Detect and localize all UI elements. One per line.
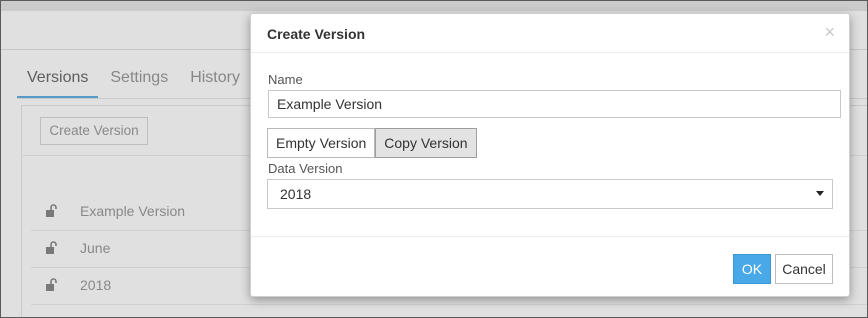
chevron-down-icon xyxy=(816,191,824,196)
name-label: Name xyxy=(268,72,303,87)
dialog-title: Create Version xyxy=(267,26,366,42)
name-input[interactable]: Example Version xyxy=(268,90,841,118)
dialog-header-divider xyxy=(251,52,849,53)
close-icon[interactable]: × xyxy=(824,22,835,42)
data-version-select[interactable]: 2018 xyxy=(267,179,833,209)
empty-version-button[interactable]: Empty Version xyxy=(267,128,376,158)
dialog-footer-divider xyxy=(251,236,849,237)
data-version-value: 2018 xyxy=(280,186,312,202)
copy-version-button[interactable]: Copy Version xyxy=(375,128,477,158)
app-window: Versions Settings History Create Version… xyxy=(0,0,868,318)
data-version-label: Data Version xyxy=(268,161,343,176)
ok-button[interactable]: OK xyxy=(733,254,771,284)
cancel-button[interactable]: Cancel xyxy=(775,254,833,284)
create-version-dialog: Create Version × Name Example Version Em… xyxy=(250,13,850,297)
version-type-toggle: Empty Version Copy Version xyxy=(267,128,477,158)
